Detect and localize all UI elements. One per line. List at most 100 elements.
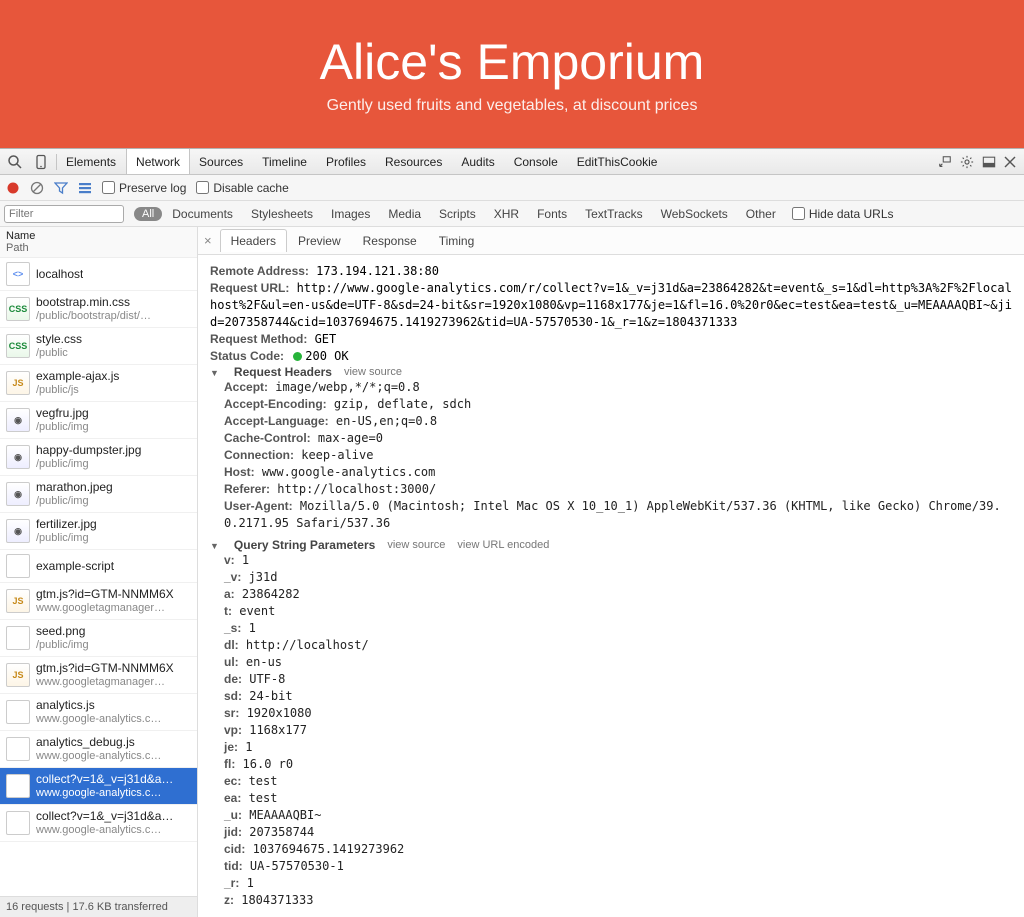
request-row[interactable]: JSgtm.js?id=GTM-NNMM6Xwww.googletagmanag… <box>0 583 197 620</box>
request-name: analytics.js <box>36 698 161 712</box>
request-row[interactable]: <>localhost <box>0 258 197 291</box>
filter-tab-texttracks[interactable]: TextTracks <box>585 207 643 221</box>
devtools-tab-network[interactable]: Network <box>126 149 190 174</box>
filter-tab-images[interactable]: Images <box>331 207 370 221</box>
request-path: /public/img <box>36 420 89 434</box>
hide-data-urls-toggle[interactable]: Hide data URLs <box>792 207 894 221</box>
header-value: 1 <box>238 740 252 754</box>
disable-cache-toggle[interactable]: Disable cache <box>196 181 288 195</box>
view-source-link[interactable]: view source <box>344 366 402 378</box>
request-row[interactable]: JSgtm.js?id=GTM-NNMM6Xwww.googletagmanag… <box>0 657 197 694</box>
request-row[interactable]: ◉fertilizer.jpg/public/img <box>0 513 197 550</box>
filetype-js-icon: JS <box>6 371 30 395</box>
header-value: 24-bit <box>242 689 293 703</box>
page-hero: Alice's Emporium Gently used fruits and … <box>0 0 1024 148</box>
close-devtools-icon[interactable] <box>1004 156 1016 168</box>
devtools-tab-console[interactable]: Console <box>505 149 568 174</box>
header-key: Referer: <box>224 482 270 496</box>
preserve-log-toggle[interactable]: Preserve log <box>102 181 186 195</box>
devtools-tab-resources[interactable]: Resources <box>376 149 452 174</box>
header-value: www.google-analytics.com <box>255 465 436 479</box>
request-list-header[interactable]: Name Path <box>0 227 197 258</box>
filter-input[interactable] <box>4 205 124 223</box>
triangle-icon[interactable] <box>210 538 222 552</box>
request-list-footer: 16 requests | 17.6 KB transferred <box>0 896 197 917</box>
header-value: UTF-8 <box>242 672 285 686</box>
view-source-link[interactable]: view source <box>387 539 445 551</box>
filter-tab-other[interactable]: Other <box>746 207 776 221</box>
detail-tab-headers[interactable]: Headers <box>220 229 287 252</box>
filetype-file-icon <box>6 554 30 578</box>
header-key: sr: <box>224 706 239 720</box>
device-icon[interactable] <box>33 154 49 170</box>
request-row[interactable]: seed.png/public/img <box>0 620 197 657</box>
triangle-icon[interactable] <box>210 365 222 379</box>
request-name: localhost <box>36 267 83 281</box>
header-key: jid: <box>224 825 242 839</box>
request-path: www.googletagmanager… <box>36 601 174 615</box>
devtools-tab-editthiscookie[interactable]: EditThisCookie <box>568 149 668 174</box>
devtools-tab-sources[interactable]: Sources <box>190 149 253 174</box>
filter-tab-scripts[interactable]: Scripts <box>439 207 476 221</box>
devtools-tab-elements[interactable]: Elements <box>57 149 126 174</box>
request-row[interactable]: ◉vegfru.jpg/public/img <box>0 402 197 439</box>
devtools-tab-timeline[interactable]: Timeline <box>253 149 317 174</box>
drawer-toggle-icon[interactable] <box>938 155 952 169</box>
devtools-tab-profiles[interactable]: Profiles <box>317 149 376 174</box>
detail-tab-response[interactable]: Response <box>352 229 428 252</box>
request-name: fertilizer.jpg <box>36 517 97 531</box>
header-value: j31d <box>241 570 277 584</box>
header-key: v: <box>224 553 235 567</box>
header-value: gzip, deflate, sdch <box>327 397 472 411</box>
filter-tab-websockets[interactable]: WebSockets <box>661 207 728 221</box>
gear-icon[interactable] <box>960 155 974 169</box>
request-name: seed.png <box>36 624 89 638</box>
request-row[interactable]: ◉happy-dumpster.jpg/public/img <box>0 439 197 476</box>
request-row[interactable]: ◉marathon.jpeg/public/img <box>0 476 197 513</box>
request-name: gtm.js?id=GTM-NNMM6X <box>36 661 174 675</box>
request-name: collect?v=1&_v=j31d&a… <box>36 772 173 786</box>
request-row[interactable]: CSSbootstrap.min.css/public/bootstrap/di… <box>0 291 197 328</box>
devtools-tab-audits[interactable]: Audits <box>452 149 504 174</box>
filetype-file-icon <box>6 774 30 798</box>
detail-tab-timing[interactable]: Timing <box>428 229 486 252</box>
view-url-encoded-link[interactable]: view URL encoded <box>457 539 549 551</box>
request-path: www.google-analytics.c… <box>36 823 173 837</box>
header-key: vp: <box>224 723 242 737</box>
network-filterbar: All Documents Stylesheets Images Media Scrip… <box>0 201 1024 227</box>
request-row[interactable]: collect?v=1&_v=j31d&a…www.google-analyti… <box>0 768 197 805</box>
record-icon[interactable] <box>6 181 20 195</box>
clear-icon[interactable] <box>30 181 44 195</box>
request-row[interactable]: CSSstyle.css/public <box>0 328 197 365</box>
details-body[interactable]: Remote Address: 173.194.121.38:80 Reques… <box>198 255 1024 917</box>
request-row[interactable]: analytics.jswww.google-analytics.c… <box>0 694 197 731</box>
header-key: ec: <box>224 774 241 788</box>
header-key: _v: <box>224 570 241 584</box>
filter-tab-fonts[interactable]: Fonts <box>537 207 567 221</box>
detail-tab-preview[interactable]: Preview <box>287 229 352 252</box>
header-key: _s: <box>224 621 241 635</box>
header-value: 1 <box>235 553 249 567</box>
filter-tab-xhr[interactable]: XHR <box>494 207 519 221</box>
request-row[interactable]: analytics_debug.jswww.google-analytics.c… <box>0 731 197 768</box>
search-icon[interactable] <box>7 154 23 170</box>
filter-all-pill[interactable]: All <box>134 207 162 221</box>
filetype-file-icon <box>6 700 30 724</box>
dock-icon[interactable] <box>982 155 996 169</box>
request-row[interactable]: example-script <box>0 550 197 583</box>
filter-tab-stylesheets[interactable]: Stylesheets <box>251 207 313 221</box>
close-details-icon[interactable]: × <box>204 233 212 248</box>
large-rows-icon[interactable] <box>78 181 92 195</box>
request-row[interactable]: collect?v=1&_v=j31d&a…www.google-analyti… <box>0 805 197 842</box>
request-row[interactable]: JSexample-ajax.js/public/js <box>0 365 197 402</box>
header-key: t: <box>224 604 232 618</box>
filter-tab-documents[interactable]: Documents <box>172 207 233 221</box>
header-value: keep-alive <box>294 448 373 462</box>
request-name: happy-dumpster.jpg <box>36 443 141 457</box>
filter-tab-media[interactable]: Media <box>388 207 421 221</box>
filter-icon[interactable] <box>54 181 68 195</box>
header-key: Connection: <box>224 448 294 462</box>
header-key: dl: <box>224 638 239 652</box>
filetype-img-icon: ◉ <box>6 445 30 469</box>
devtools-panel: ElementsNetworkSourcesTimelineProfilesRe… <box>0 148 1024 917</box>
